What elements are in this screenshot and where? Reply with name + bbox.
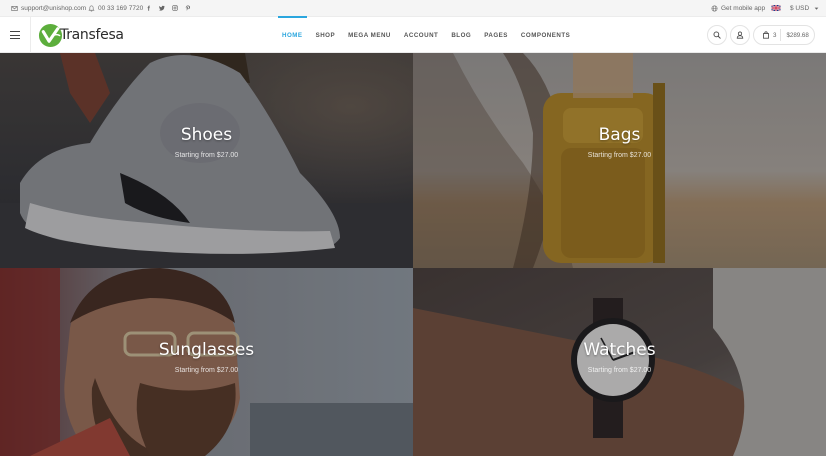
support-phone[interactable]: 00 33 169 7720 bbox=[88, 0, 143, 16]
mobile-app-text: Get mobile app bbox=[721, 4, 766, 12]
logo-text: Transfesa bbox=[60, 27, 124, 43]
search-icon bbox=[713, 31, 721, 39]
logo-link[interactable]: Transfesa bbox=[38, 23, 124, 47]
social-facebook[interactable] bbox=[146, 0, 152, 16]
tile-caption: Shoes Starting from $27.00 bbox=[0, 125, 413, 159]
category-title: Bags bbox=[598, 125, 641, 145]
category-tile-shoes[interactable]: Shoes Starting from $27.00 bbox=[0, 53, 413, 268]
tile-overlay bbox=[0, 53, 413, 268]
email-text: support@unishop.com bbox=[21, 4, 87, 12]
tile-caption: Bags Starting from $27.00 bbox=[413, 125, 826, 159]
globe-icon bbox=[711, 5, 718, 11]
tile-caption: Sunglasses Starting from $27.00 bbox=[0, 340, 413, 374]
currency-text: $ USD bbox=[790, 4, 810, 12]
category-title: Shoes bbox=[180, 125, 233, 145]
account-button[interactable] bbox=[730, 25, 750, 45]
cart-button[interactable]: 3 $289.68 bbox=[753, 25, 815, 45]
nav-blog[interactable]: BLOG bbox=[451, 17, 471, 53]
social-pinterest[interactable] bbox=[185, 0, 191, 16]
tile-overlay bbox=[413, 53, 826, 268]
category-subtitle: Starting from $27.00 bbox=[587, 152, 652, 159]
nav-mega-menu[interactable]: MEGA MENU bbox=[348, 17, 391, 53]
nav-shop[interactable]: SHOP bbox=[316, 17, 336, 53]
currency-selector[interactable]: $ USD bbox=[771, 0, 819, 16]
facebook-icon bbox=[147, 5, 150, 11]
phone-text: 00 33 169 7720 bbox=[98, 4, 144, 12]
twitter-icon bbox=[159, 5, 165, 11]
nav-home[interactable]: HOME bbox=[278, 16, 307, 53]
cart-divider bbox=[780, 29, 782, 41]
category-title: Sunglasses bbox=[158, 340, 255, 360]
menu-toggle-button[interactable] bbox=[10, 31, 20, 40]
mail-icon bbox=[11, 5, 18, 11]
nav-account[interactable]: ACCOUNT bbox=[404, 17, 438, 53]
caret-down-icon bbox=[814, 7, 819, 10]
tile-caption: Watches Starting from $27.00 bbox=[413, 340, 826, 374]
pinterest-icon bbox=[185, 5, 190, 11]
category-subtitle: Starting from $27.00 bbox=[174, 367, 239, 374]
category-title: Watches bbox=[583, 340, 656, 360]
top-bar: support@unishop.com 00 33 169 7720 Get m… bbox=[0, 0, 826, 17]
bell-icon bbox=[88, 5, 95, 11]
main-nav: HOME SHOP MEGA MENU ACCOUNT BLOG PAGES C… bbox=[278, 16, 583, 53]
hamburger-line bbox=[10, 38, 20, 40]
search-button[interactable] bbox=[707, 25, 727, 45]
category-tile-watches[interactable]: Watches Starting from $27.00 bbox=[413, 268, 826, 456]
category-tile-sunglasses[interactable]: Sunglasses Starting from $27.00 bbox=[0, 268, 413, 456]
user-icon bbox=[736, 31, 744, 39]
main-header: Transfesa HOME SHOP MEGA MENU ACCOUNT BL… bbox=[0, 16, 826, 53]
uk-flag-icon bbox=[771, 5, 781, 11]
cart-total: $289.68 bbox=[786, 31, 809, 39]
category-subtitle: Starting from $27.00 bbox=[587, 367, 652, 374]
shopping-bag-icon bbox=[763, 31, 769, 39]
header-divider bbox=[30, 17, 31, 53]
instagram-icon bbox=[172, 5, 178, 11]
social-instagram[interactable] bbox=[172, 0, 178, 16]
hamburger-line bbox=[10, 34, 20, 36]
nav-pages[interactable]: PAGES bbox=[484, 17, 508, 53]
cart-count: 3 bbox=[773, 31, 777, 39]
social-twitter[interactable] bbox=[159, 0, 165, 16]
hamburger-line bbox=[10, 31, 20, 33]
category-tile-bags[interactable]: Bags Starting from $27.00 bbox=[413, 53, 826, 268]
nav-components[interactable]: COMPONENTS bbox=[521, 17, 570, 53]
category-subtitle: Starting from $27.00 bbox=[174, 152, 239, 159]
support-email[interactable]: support@unishop.com bbox=[11, 0, 86, 16]
mobile-app-link[interactable]: Get mobile app bbox=[711, 0, 765, 16]
